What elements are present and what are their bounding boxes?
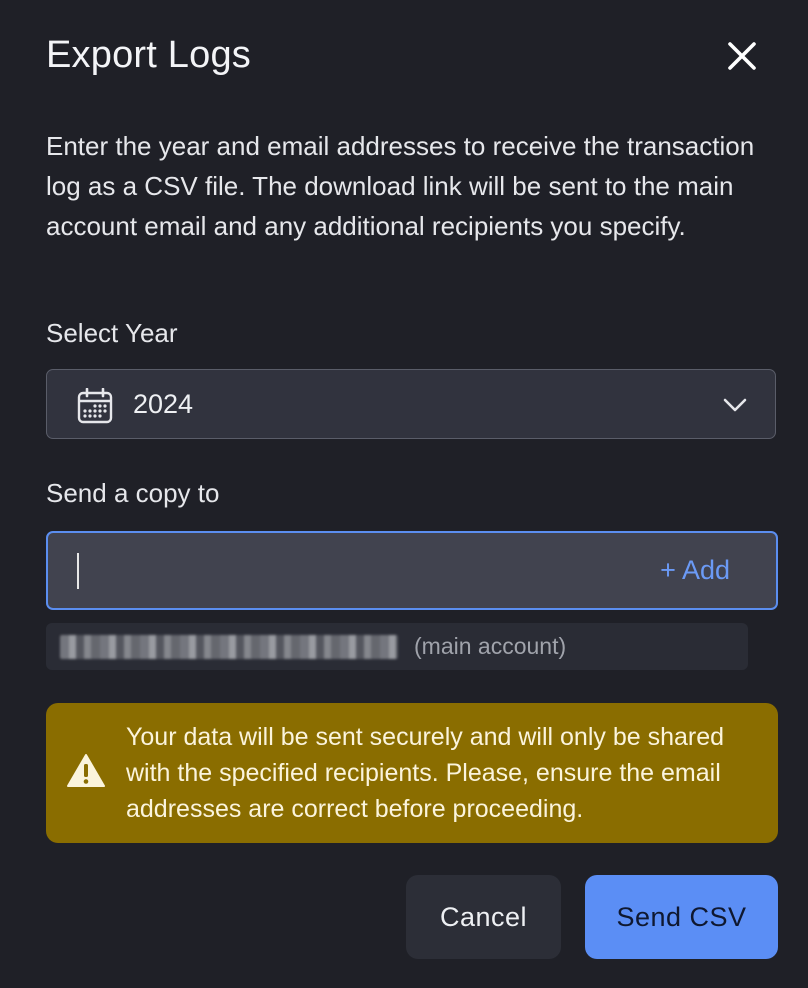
calendar-icon: [77, 388, 113, 424]
close-button[interactable]: [722, 36, 762, 76]
dialog-description: Enter the year and email addresses to re…: [46, 131, 755, 241]
redacted-email: [60, 635, 398, 659]
dialog-title: Export Logs: [46, 34, 251, 76]
chevron-down-icon: [723, 398, 747, 412]
security-alert: Your data will be sent securely and will…: [46, 703, 778, 843]
warning-icon: [67, 754, 105, 787]
send-copy-label: Send a copy to: [46, 478, 220, 508]
main-account-recipient: (main account): [46, 623, 748, 670]
add-recipient-button[interactable]: + Add: [660, 555, 730, 586]
select-year-label: Select Year: [46, 318, 178, 348]
main-account-tag: (main account): [414, 633, 567, 659]
email-input-container: + Add: [46, 531, 778, 610]
alert-text: Your data will be sent securely and will…: [126, 723, 725, 823]
year-select-value: 2024: [133, 389, 194, 419]
export-logs-dialog: Export Logs Enter the year and email add…: [0, 0, 808, 988]
cancel-button[interactable]: Cancel: [406, 875, 561, 959]
send-csv-button[interactable]: Send CSV: [585, 875, 778, 959]
email-input[interactable]: [72, 547, 644, 595]
close-icon: [728, 42, 756, 70]
text-caret: [77, 553, 79, 589]
year-select[interactable]: 2024: [46, 369, 776, 439]
